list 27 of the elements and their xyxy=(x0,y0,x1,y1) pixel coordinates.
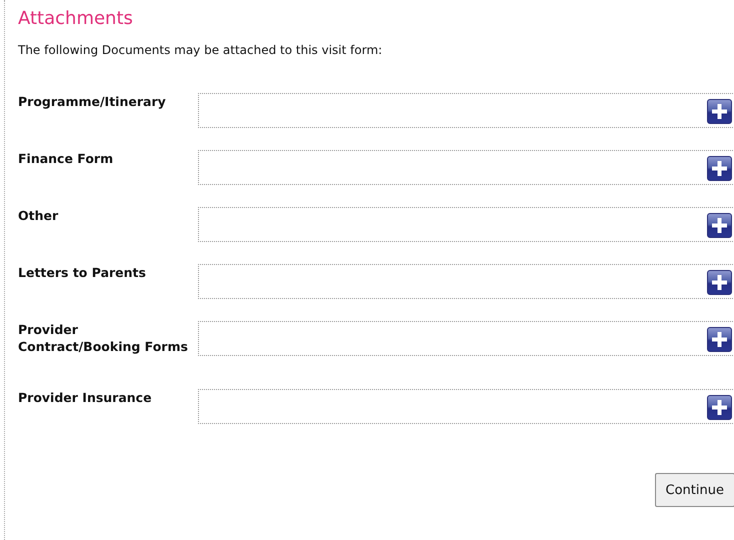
attachment-field[interactable] xyxy=(198,264,734,299)
attachment-field[interactable] xyxy=(198,321,734,356)
plus-icon xyxy=(712,161,727,176)
add-button[interactable] xyxy=(707,270,732,295)
plus-icon xyxy=(712,275,727,290)
attachment-field[interactable] xyxy=(198,389,734,424)
plus-icon xyxy=(712,332,727,347)
add-button[interactable] xyxy=(707,99,732,124)
plus-icon xyxy=(712,104,727,119)
add-button[interactable] xyxy=(707,327,732,352)
attachment-field[interactable] xyxy=(198,93,734,128)
attachment-field[interactable] xyxy=(198,207,734,242)
attachment-label: Finance Form xyxy=(18,150,114,168)
continue-button[interactable]: Continue xyxy=(654,473,734,507)
plus-icon xyxy=(712,218,727,233)
add-button[interactable] xyxy=(707,213,732,238)
attachment-label: Provider Insurance xyxy=(18,389,153,407)
attachment-label: Other xyxy=(18,207,60,225)
plus-icon xyxy=(712,400,727,415)
add-button[interactable] xyxy=(707,395,732,420)
attachment-field[interactable] xyxy=(198,150,734,185)
add-button[interactable] xyxy=(707,156,732,181)
intro-text: The following Documents may be attached to this visit form: xyxy=(18,42,384,58)
attachment-label: Programme/Itinerary xyxy=(18,93,167,111)
section-heading: Attachments xyxy=(18,7,134,31)
attachment-label: Letters to Parents xyxy=(18,264,147,282)
attachment-label: Provider Contract/Booking Forms xyxy=(18,321,189,356)
